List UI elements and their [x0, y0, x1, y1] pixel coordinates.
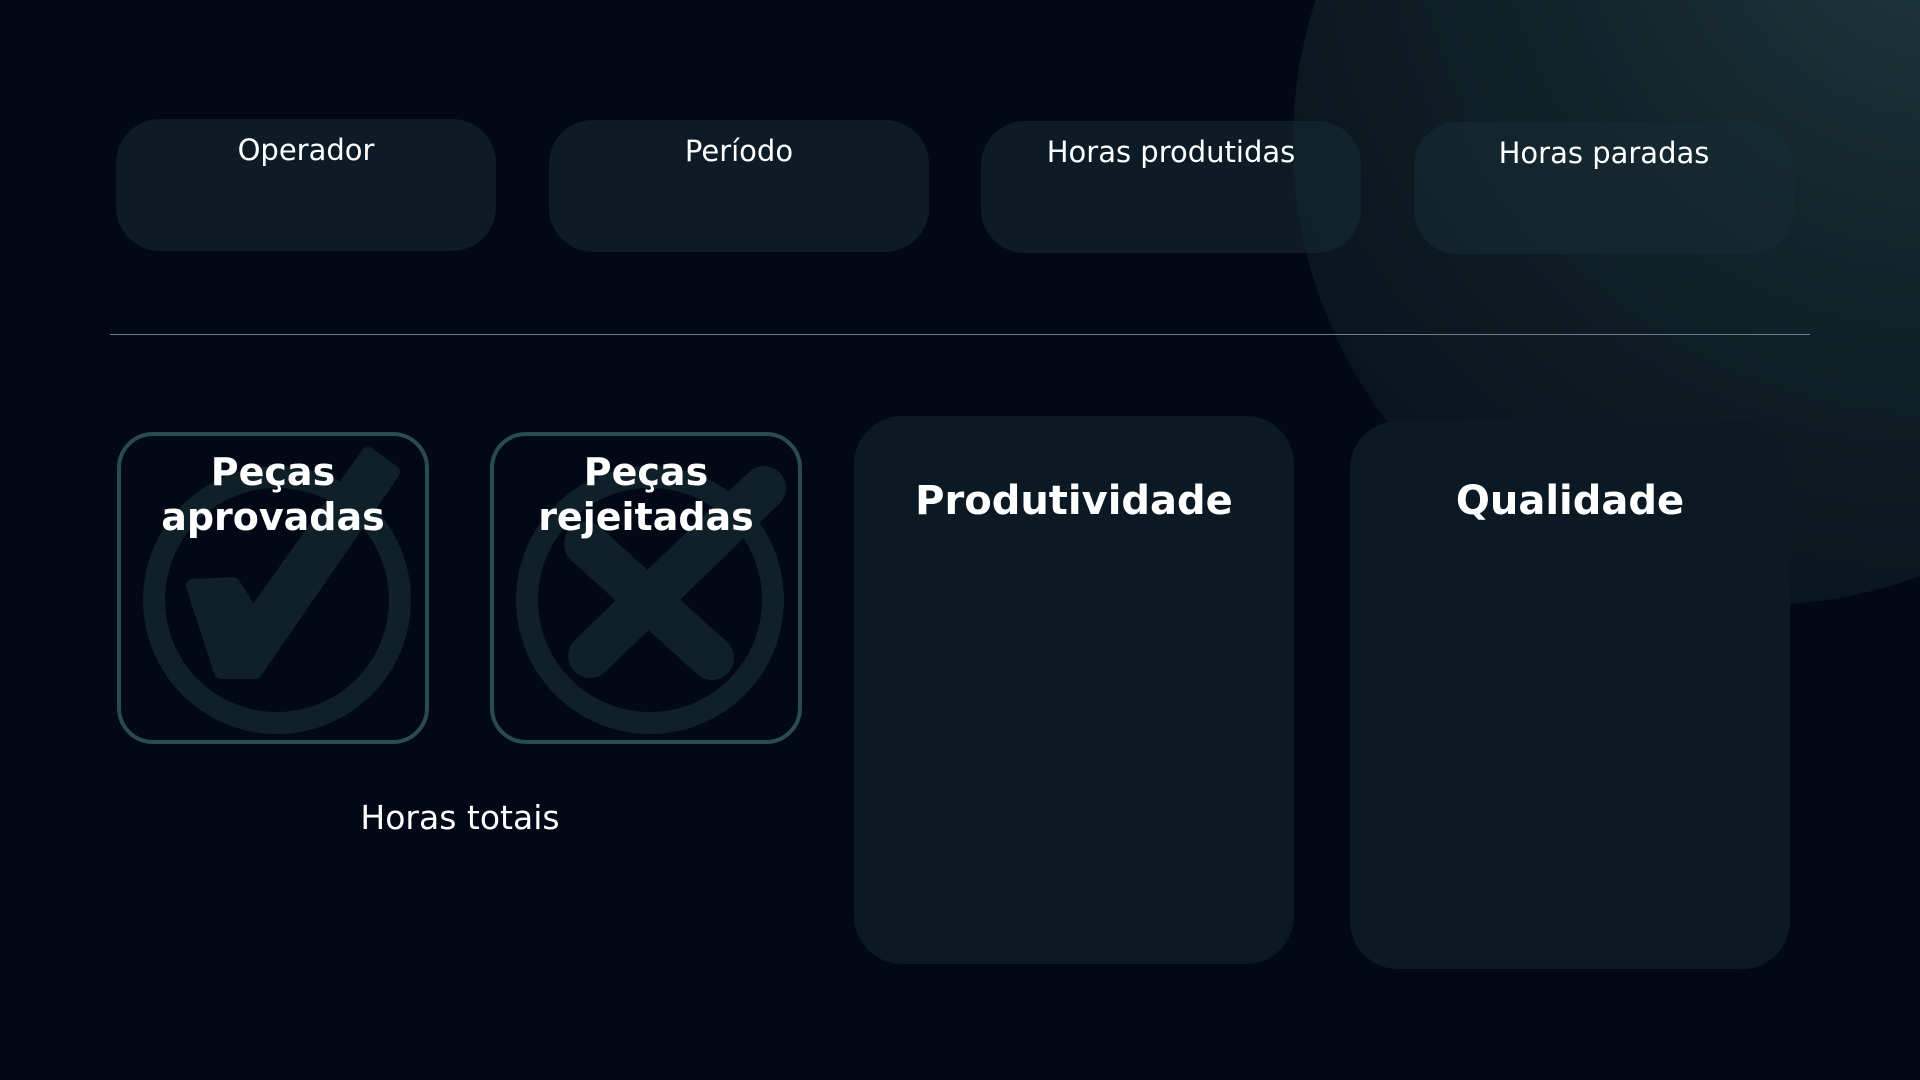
card-pecas-aprovadas-label: Peças aprovadas [161, 450, 385, 539]
card-pecas-rejeitadas-label: Peças rejeitadas [538, 450, 754, 539]
filter-periodo[interactable]: Período [549, 120, 929, 252]
filter-periodo-label: Período [684, 134, 794, 168]
filter-operador-label: Operador [237, 133, 375, 167]
filter-horas-paradas-label: Horas paradas [1498, 136, 1710, 170]
dashboard: Operador Período Horas produtidas Horas … [0, 0, 1920, 1080]
section-divider [110, 334, 1810, 335]
filter-operador[interactable]: Operador [116, 119, 496, 251]
filter-horas-produtidas[interactable]: Horas produtidas [981, 121, 1361, 253]
card-pecas-aprovadas[interactable]: Peças aprovadas [117, 432, 429, 744]
filter-horas-paradas[interactable]: Horas paradas [1414, 122, 1794, 254]
card-produtividade[interactable]: Produtividade [854, 416, 1294, 964]
card-pecas-rejeitadas[interactable]: Peças rejeitadas [490, 432, 802, 744]
card-produtividade-label: Produtividade [915, 478, 1233, 524]
card-qualidade[interactable]: Qualidade [1350, 421, 1790, 969]
filter-horas-produtidas-label: Horas produtidas [1046, 135, 1296, 169]
horas-totais-label: Horas totais [360, 798, 560, 837]
card-qualidade-label: Qualidade [1455, 478, 1685, 524]
